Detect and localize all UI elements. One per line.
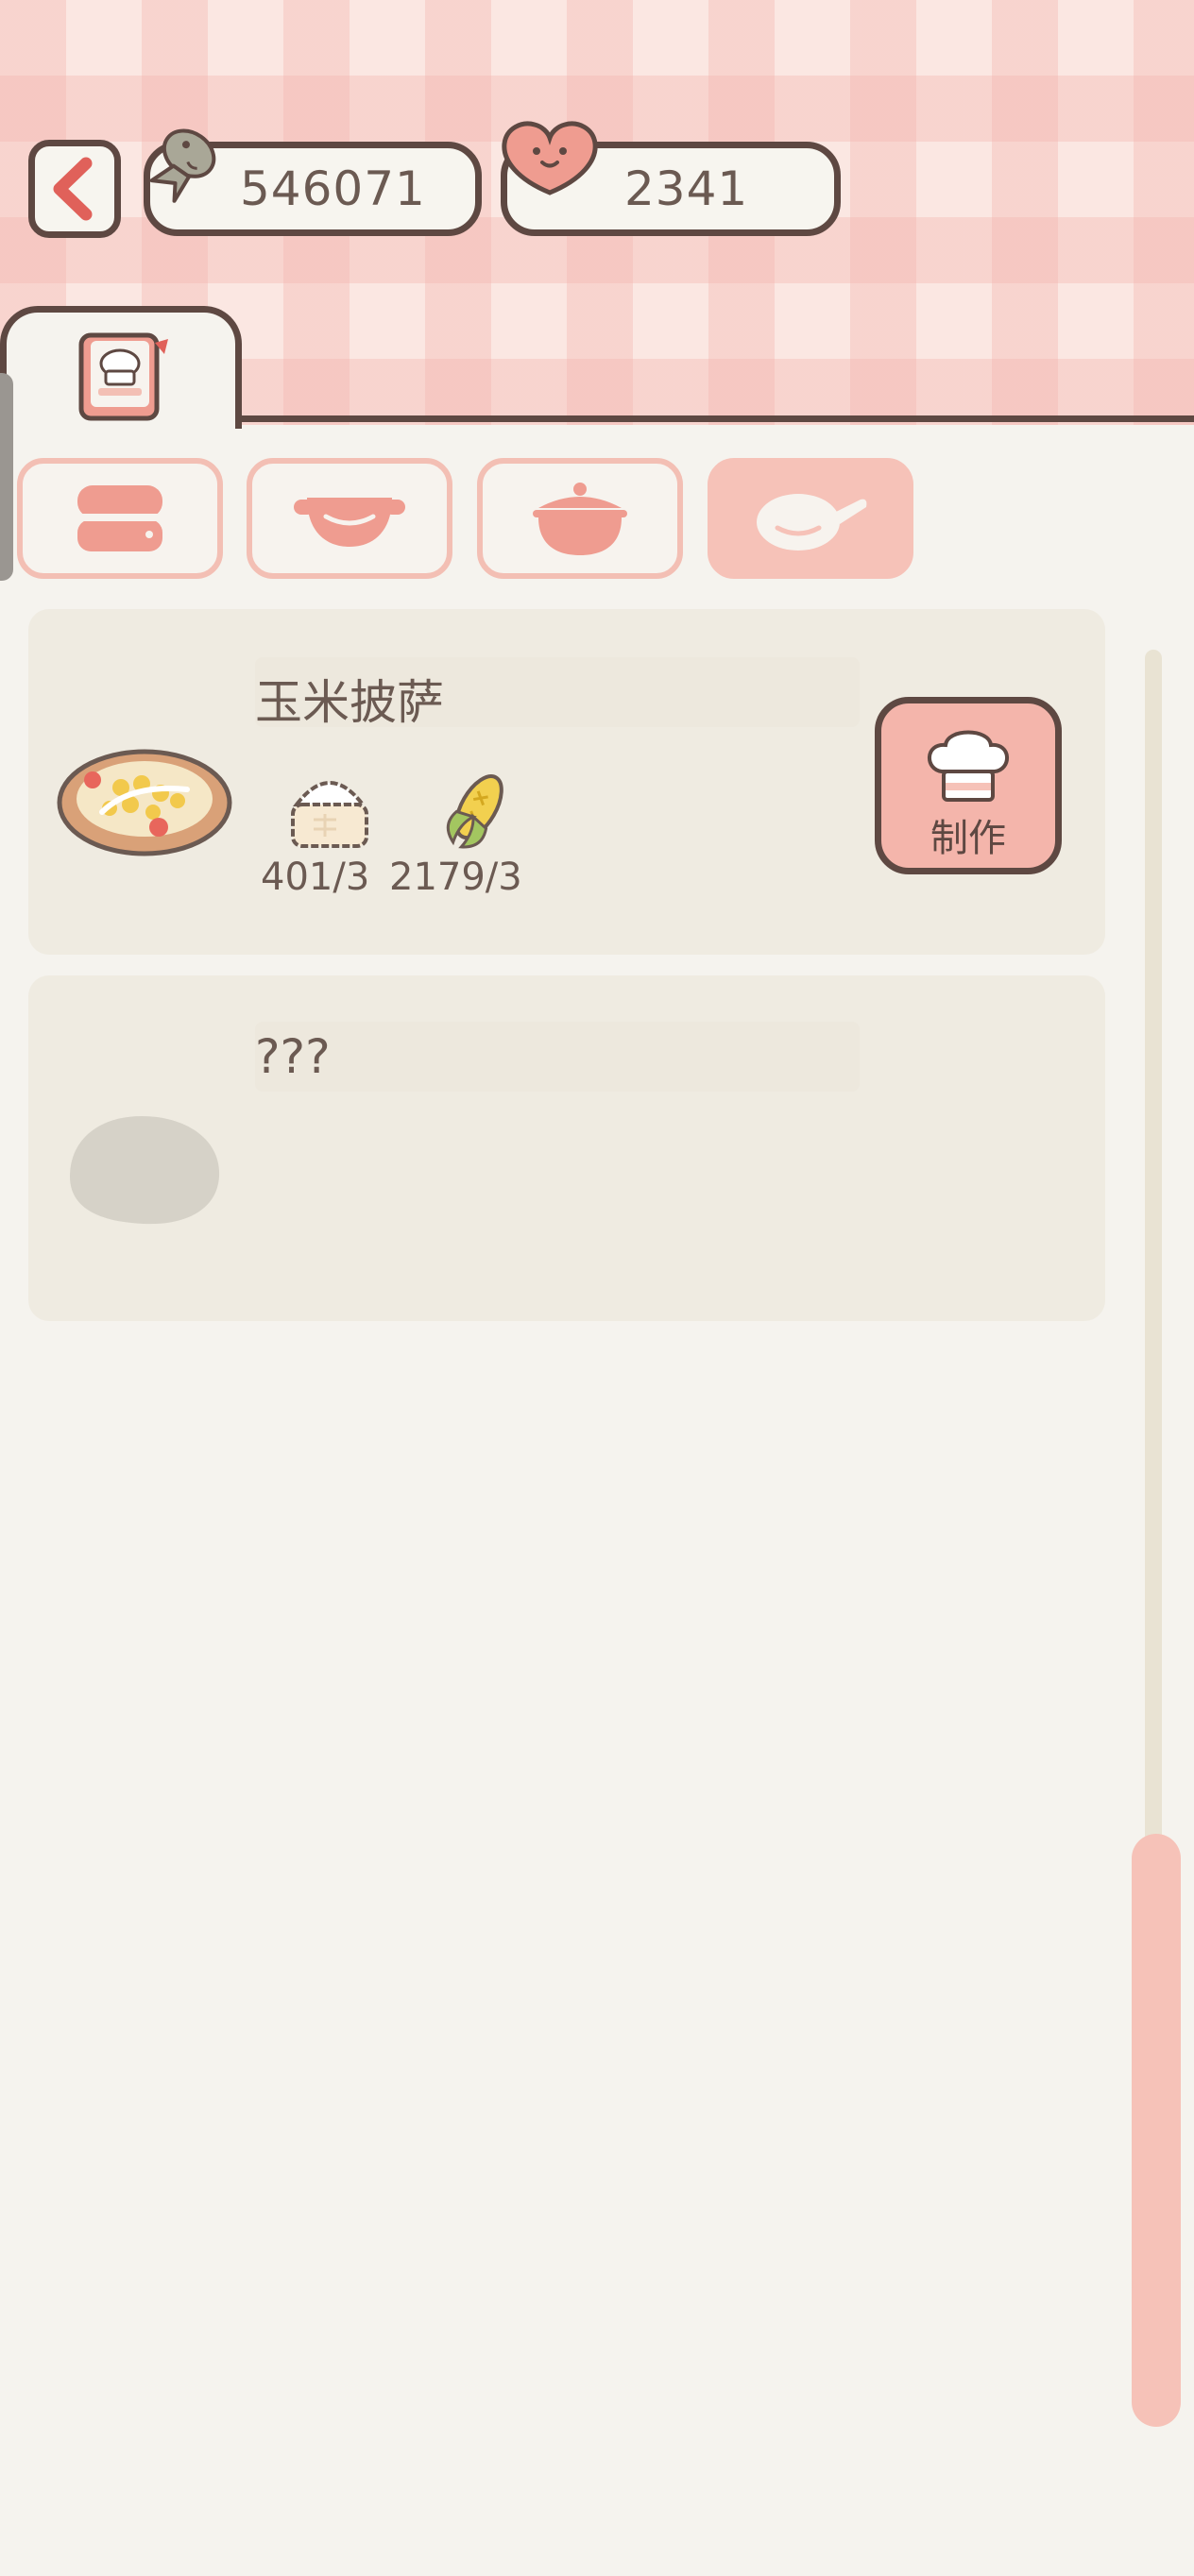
chef-hat-icon	[928, 730, 1009, 802]
chevron-left-icon	[53, 157, 93, 221]
corn-pizza-icon	[57, 749, 232, 856]
unknown-dish-icon	[70, 1116, 220, 1225]
recipe-book-icon	[78, 332, 168, 421]
make-button[interactable]: 制作	[875, 697, 1062, 874]
heart-face-icon	[502, 121, 598, 195]
tab-recipes[interactable]	[0, 306, 242, 429]
fish-icon	[149, 128, 216, 203]
scrollbar-thumb[interactable]	[1132, 1834, 1181, 2427]
recipe-name-background	[255, 1022, 860, 1092]
recipe-name: ???	[255, 1029, 331, 1084]
category-steamer-button[interactable]	[17, 458, 223, 579]
back-button[interactable]	[28, 140, 121, 238]
fish-currency-value: 546071	[240, 161, 426, 216]
flour-icon	[291, 781, 368, 848]
casserole-icon	[533, 483, 627, 555]
make-button-label: 制作	[930, 817, 1006, 860]
ingredient-count: 2179/3	[389, 856, 522, 899]
header-divider	[236, 415, 1194, 422]
recipe-name: 玉米披萨	[255, 675, 444, 730]
corn-icon	[446, 774, 503, 849]
side-panel-edge	[0, 373, 13, 581]
category-pot-button[interactable]	[247, 458, 452, 579]
ingredient-count: 401/3	[261, 856, 370, 899]
frying-pan-icon	[757, 494, 867, 551]
category-casserole-button[interactable]	[477, 458, 683, 579]
category-frying-pan-button[interactable]	[708, 458, 913, 579]
steamer-icon	[77, 485, 162, 551]
pot-icon	[294, 498, 405, 547]
heart-currency-value: 2341	[624, 161, 749, 216]
